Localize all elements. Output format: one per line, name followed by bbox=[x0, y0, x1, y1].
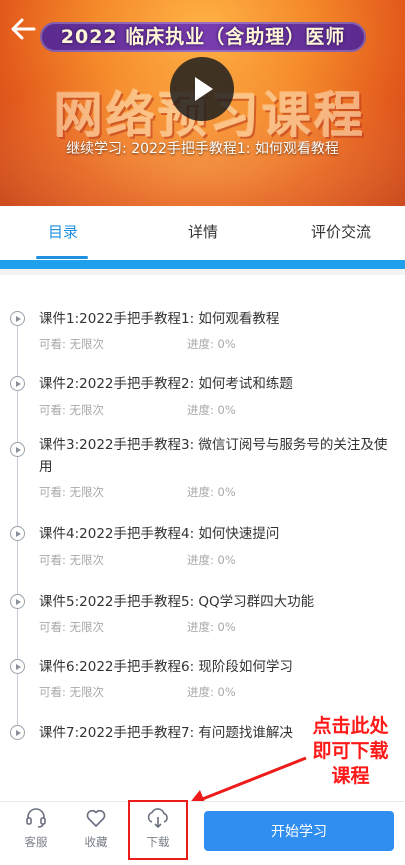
lesson-progress: 进度: 0% bbox=[187, 485, 236, 499]
lesson-play-icon bbox=[10, 594, 25, 609]
lesson-play-icon bbox=[10, 442, 25, 457]
lesson-view-limit: 可看: 无限次 bbox=[39, 553, 105, 567]
download-hint-annotation: 点击此处 即可下载 课程 bbox=[298, 714, 403, 789]
lesson-view-limit: 可看: 无限次 bbox=[39, 485, 105, 499]
tab-reviews[interactable]: 评价交流 bbox=[300, 206, 382, 260]
annotation-line: 点击此处 bbox=[312, 715, 389, 737]
lesson-title: 课件5:2022手把手教程5: QQ学习群四大功能 bbox=[39, 594, 315, 610]
lesson-title: 课件4:2022手把手教程4: 如何快速提问 bbox=[39, 526, 280, 542]
banner-title: 2022 临床执业（含助理）医师 bbox=[60, 26, 346, 48]
lesson-progress: 进度: 0% bbox=[187, 620, 236, 634]
lesson-title: 课件6:2022手把手教程6: 现阶段如何学习 bbox=[39, 659, 293, 675]
back-arrow-icon[interactable] bbox=[8, 14, 38, 44]
lesson-title: 课件2:2022手把手教程2: 如何考试和练题 bbox=[39, 376, 293, 392]
bottom-action-bar: 客服 收藏 下载 开始学习 bbox=[0, 801, 405, 865]
favorite-label: 收藏 bbox=[84, 835, 108, 849]
tab-bar: 目录 详情 评价交流 bbox=[0, 206, 405, 260]
lesson-play-icon bbox=[10, 376, 25, 391]
video-player[interactable]: 2022 临床执业（含助理）医师 网络预习课程 继续学习: 2022手把手教程1… bbox=[0, 0, 405, 206]
tab-catalog[interactable]: 目录 bbox=[30, 206, 96, 260]
lesson-view-limit: 可看: 无限次 bbox=[39, 685, 105, 699]
lesson-view-limit: 可看: 无限次 bbox=[39, 337, 105, 351]
lesson-progress: 进度: 0% bbox=[187, 553, 236, 567]
active-tab-indicator bbox=[36, 256, 88, 259]
banner-title-pill: 2022 临床执业（含助理）医师 bbox=[40, 22, 366, 52]
headset-icon bbox=[26, 808, 46, 828]
lesson-progress: 进度: 0% bbox=[187, 403, 236, 417]
lesson-view-limit: 可看: 无限次 bbox=[39, 620, 105, 634]
section-divider bbox=[0, 269, 405, 275]
lesson-title: 课件3:2022手把手教程3: 微信订阅号与服务号的关注及使用 bbox=[39, 437, 388, 475]
lesson-play-icon bbox=[10, 311, 25, 326]
play-icon bbox=[195, 77, 213, 101]
annotation-line: 课程 bbox=[331, 765, 370, 787]
lesson-progress: 进度: 0% bbox=[187, 337, 236, 351]
customer-service-button[interactable]: 客服 bbox=[14, 806, 58, 862]
customer-service-label: 客服 bbox=[24, 835, 48, 849]
lesson-play-icon bbox=[10, 526, 25, 541]
continue-learning-text[interactable]: 继续学习: 2022手把手教程1: 如何观看教程 bbox=[0, 138, 405, 158]
download-highlight-box bbox=[128, 800, 188, 860]
lesson-title: 课件1:2022手把手教程1: 如何观看教程 bbox=[39, 311, 280, 327]
start-learning-button[interactable]: 开始学习 bbox=[204, 811, 394, 851]
heart-icon bbox=[86, 809, 106, 827]
lesson-play-icon bbox=[10, 659, 25, 674]
lesson-title: 课件7:2022手把手教程7: 有问题找谁解决 bbox=[39, 725, 293, 741]
play-button[interactable] bbox=[170, 57, 234, 121]
tab-details[interactable]: 详情 bbox=[170, 206, 236, 260]
annotation-line: 即可下载 bbox=[312, 740, 389, 762]
lesson-view-limit: 可看: 无限次 bbox=[39, 403, 105, 417]
lesson-progress: 进度: 0% bbox=[187, 685, 236, 699]
lesson-play-icon bbox=[10, 725, 25, 740]
tab-divider-bar bbox=[0, 260, 405, 269]
favorite-button[interactable]: 收藏 bbox=[74, 806, 118, 862]
